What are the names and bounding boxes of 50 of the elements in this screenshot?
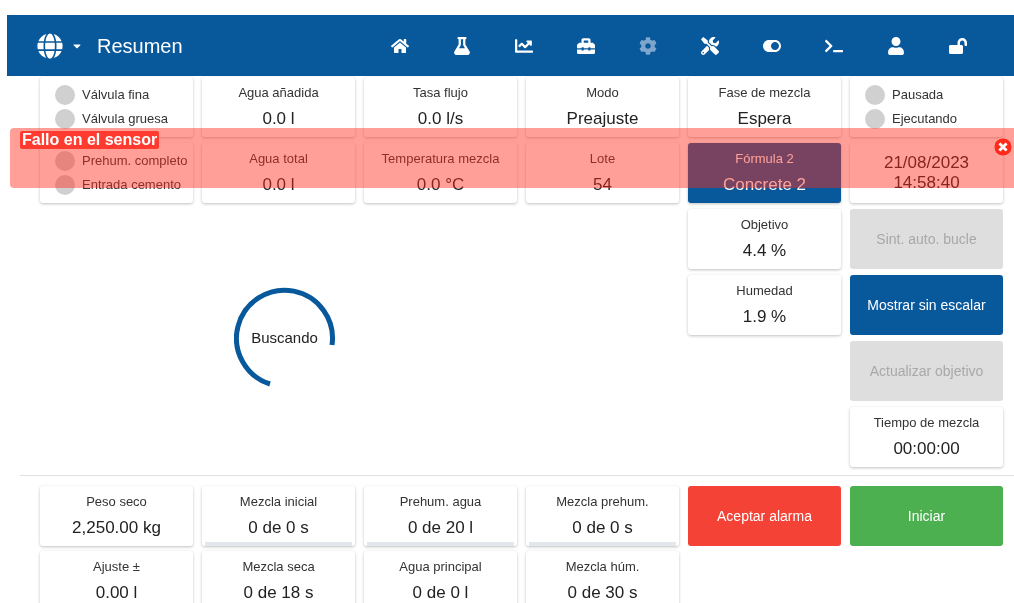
status-label: Ejecutando (892, 110, 958, 129)
date-text: 21/08/2023 (883, 153, 970, 173)
card-label: Humedad (736, 281, 793, 300)
card-label: Modo (586, 83, 619, 102)
card-label: Agua añadida (238, 83, 319, 102)
card-value: 2,250.00 kg (72, 517, 161, 539)
card-value: 0 de 20 l (407, 517, 474, 539)
card-label: Agua total (249, 149, 308, 168)
card-value: 1.9 % (742, 306, 787, 328)
card-value: 0 de 0 s (248, 517, 309, 539)
card-value: 0.00 l (95, 582, 138, 603)
page-title: Resumen (97, 33, 183, 59)
status-label: Prehum. completo (82, 152, 188, 171)
card-value: 0.0 l (262, 108, 295, 130)
card-label: Tasa flujo (413, 83, 468, 102)
globe-icon[interactable] (37, 32, 63, 59)
close-icon[interactable] (994, 138, 1012, 156)
accept-alarm-button[interactable]: Aceptar alarma (688, 486, 841, 546)
card-label: Ajuste ± (93, 557, 140, 576)
card-label: Tiempo de mezcla (873, 413, 980, 432)
loading-spinner-icon (233, 287, 336, 389)
time-text: 14:58:40 (893, 173, 960, 193)
card-value: 0 de 0 s (572, 517, 633, 539)
spinner-label: Buscando (251, 327, 318, 348)
card-value: Espera (737, 108, 792, 130)
card-label: Prehum. agua (399, 492, 482, 511)
card-label: Objetivo (740, 215, 789, 234)
card-label: Lote (589, 149, 616, 168)
status-label: Válvula fina (82, 86, 150, 105)
card-label: Fase de mezcla (718, 83, 811, 102)
card-value: 0 de 0 l (412, 582, 469, 603)
card-label: Mezcla prehum. (556, 492, 649, 511)
card-label: Peso seco (86, 492, 147, 511)
side-button[interactable]: Mostrar sin escalar (850, 275, 1003, 335)
status-label: Válvula gruesa (82, 110, 168, 129)
card-label: Agua principal (399, 557, 482, 576)
card-value: 4.4 % (742, 240, 787, 262)
card-value: 0.0 l/s (417, 108, 464, 130)
card-value: 0 de 18 s (243, 582, 314, 603)
card-label: Fórmula 2 (735, 149, 794, 168)
alert-message: Fallo en el sensor (20, 131, 160, 149)
card-value: 00:00:00 (893, 438, 960, 460)
card-label: Mezcla seca (242, 557, 315, 576)
card-label: Temperatura mezcla (381, 149, 500, 168)
card-value: Preajuste (566, 108, 639, 130)
start-button[interactable]: Iniciar (850, 486, 1003, 546)
card-value: 0 de 30 s (567, 582, 638, 603)
card-label: Mezcla inicial (239, 492, 318, 511)
card-label: Mezcla húm. (565, 557, 640, 576)
status-label: Pausada (892, 86, 944, 105)
